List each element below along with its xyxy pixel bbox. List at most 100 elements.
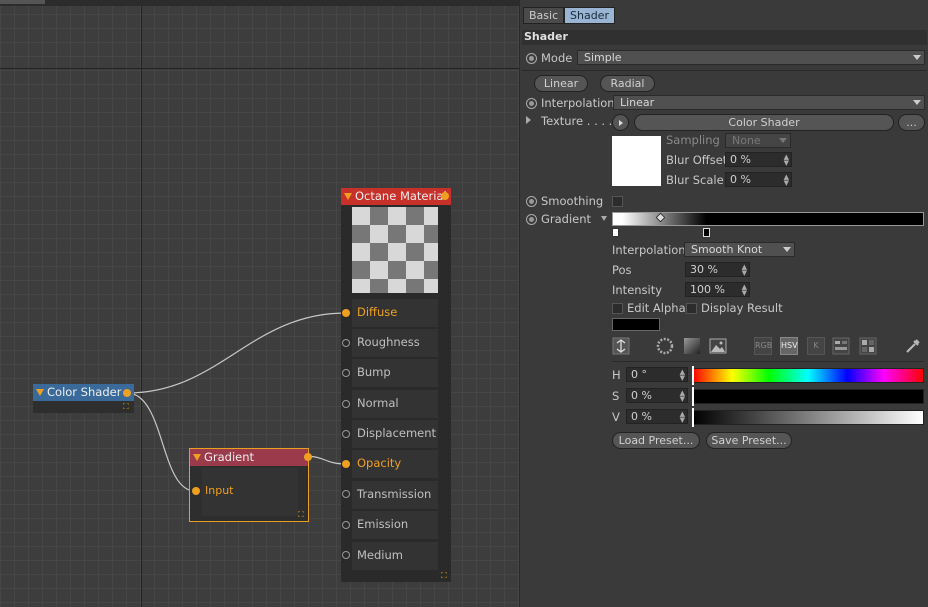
knot-color-swatch[interactable] <box>612 318 660 331</box>
slot-medium-port[interactable] <box>342 551 350 559</box>
slot-opacity-port[interactable] <box>342 460 350 468</box>
slot-emission-label: Emission <box>357 517 409 531</box>
gradient-animate-radio-icon[interactable] <box>526 214 537 225</box>
color-shader-node-title: Color Shader <box>47 385 122 399</box>
color-picker-spectrum-icon[interactable] <box>612 337 630 355</box>
slot-diffuse-port[interactable] <box>342 309 350 317</box>
save-preset-button[interactable]: Save Preset... <box>706 432 792 449</box>
intensity-field[interactable]: 100 % ▲ ▼ <box>685 282 750 297</box>
wire-color-to-diffuse <box>126 312 347 394</box>
tab-shader[interactable]: Shader <box>564 7 615 24</box>
pos-field[interactable]: 30 % ▲ ▼ <box>685 262 750 277</box>
slot-diffuse-label: Diffuse <box>357 305 398 319</box>
sampling-dropdown[interactable]: None <box>725 133 791 148</box>
gradient-node[interactable]: Gradient Input ⛶ <box>189 448 312 522</box>
edit-alpha-label: Edit Alpha <box>627 301 686 315</box>
saturation-field[interactable]: 0 % ▲ ▼ <box>626 388 688 403</box>
mode-animate-radio-icon[interactable] <box>526 53 537 64</box>
smoothing-animate-radio-icon[interactable] <box>526 196 537 207</box>
mode-label: Mode <box>541 51 573 65</box>
hue-slider[interactable] <box>692 368 924 383</box>
tab-basic[interactable]: Basic <box>523 7 565 24</box>
value-value: 0 % <box>631 410 652 423</box>
smoothing-label: Smoothing <box>541 194 604 208</box>
gradient-node-header[interactable]: Gradient <box>190 449 308 466</box>
rgb-mode-icon[interactable]: RGB <box>754 337 772 355</box>
spinner-arrows-icon[interactable]: ▲ ▼ <box>784 174 789 187</box>
chevron-down-icon <box>913 55 921 60</box>
gradient-input-port[interactable] <box>192 487 200 495</box>
slot-emission-port[interactable] <box>342 521 350 529</box>
color-square-icon[interactable] <box>683 337 701 355</box>
blur-scale-value: 0 % <box>730 173 751 186</box>
octane-node-header[interactable]: Octane Material <box>341 188 451 205</box>
slot-bump-port[interactable] <box>342 369 350 377</box>
texture-more-button[interactable]: ... <box>898 114 925 131</box>
spinner-arrows-icon[interactable]: ▲ ▼ <box>680 390 685 403</box>
section-title: Shader <box>522 30 927 45</box>
gradient-knot-black-icon[interactable] <box>703 228 710 237</box>
node-editor[interactable]: Color Shader ⛶ Gradient Input ⛶ Octane M… <box>0 0 519 607</box>
color-shader-node-header[interactable]: Color Shader <box>33 384 134 401</box>
expand-triangle-icon[interactable] <box>526 116 531 124</box>
resize-handle-icon[interactable]: ⛶ <box>123 403 131 411</box>
interpolation-dropdown[interactable]: Linear <box>613 95 925 110</box>
hsv-mode-icon[interactable]: HSV <box>780 337 798 355</box>
value-field[interactable]: 0 % ▲ ▼ <box>626 409 688 424</box>
slot-transmission-label: Transmission <box>357 487 432 501</box>
image-picker-icon[interactable] <box>709 337 727 355</box>
interpolation-animate-radio-icon[interactable] <box>526 98 537 109</box>
octane-material-node[interactable]: Octane Material Diffuse Roughness Bump N… <box>341 188 451 582</box>
linear-button[interactable]: Linear <box>534 75 588 92</box>
display-result-checkbox[interactable] <box>686 303 697 314</box>
resize-handle-icon[interactable]: ⛶ <box>441 572 449 580</box>
kelvin-mode-icon[interactable]: K <box>807 337 825 355</box>
saturation-value: 0 % <box>631 389 652 402</box>
collapse-triangle-icon[interactable] <box>344 193 352 200</box>
value-slider-handle[interactable] <box>692 408 694 427</box>
spinner-arrows-icon[interactable]: ▲ ▼ <box>742 284 747 297</box>
hue-field[interactable]: 0 ° ▲ ▼ <box>626 367 688 382</box>
eyedropper-icon[interactable] <box>904 337 922 355</box>
saturation-slider[interactable] <box>692 389 924 404</box>
spinner-arrows-icon[interactable]: ▲ ▼ <box>784 154 789 167</box>
smoothing-checkbox[interactable] <box>612 196 623 207</box>
slot-normal-port[interactable] <box>342 400 350 408</box>
pos-label: Pos <box>612 263 632 277</box>
spinner-arrows-icon[interactable]: ▲ ▼ <box>680 411 685 424</box>
mode-dropdown[interactable]: Simple <box>577 50 925 65</box>
load-preset-button[interactable]: Load Preset... <box>612 432 700 449</box>
slot-displacement-port[interactable] <box>342 430 350 438</box>
gradient-knot-white-icon[interactable] <box>612 228 619 237</box>
color-mixer-icon[interactable] <box>832 337 850 355</box>
spinner-arrows-icon[interactable]: ▲ ▼ <box>742 264 747 277</box>
color-wheel-icon[interactable] <box>656 337 674 355</box>
resize-handle-icon[interactable]: ⛶ <box>298 511 306 519</box>
blur-offset-field[interactable]: 0 % ▲ ▼ <box>725 152 792 167</box>
gradient-output-port[interactable] <box>304 453 312 461</box>
pos-value: 30 % <box>690 263 718 276</box>
texture-play-button[interactable] <box>612 114 629 131</box>
octane-output-port[interactable] <box>441 192 449 200</box>
hue-label: H <box>612 368 621 382</box>
saturation-slider-handle[interactable] <box>692 387 694 406</box>
slot-transmission-port[interactable] <box>342 490 350 498</box>
radial-button[interactable]: Radial <box>600 75 655 92</box>
swatches-icon[interactable] <box>859 337 877 355</box>
slot-roughness-port[interactable] <box>342 339 350 347</box>
blur-scale-field[interactable]: 0 % ▲ ▼ <box>725 172 792 187</box>
knot-interpolation-dropdown[interactable]: Smooth Knot <box>684 242 795 257</box>
interpolation-label: Interpolation <box>541 96 615 110</box>
texture-shader-button[interactable]: Color Shader <box>634 114 894 131</box>
edit-alpha-checkbox[interactable] <box>612 303 623 314</box>
color-shader-output-port[interactable] <box>123 389 131 397</box>
gradient-menu-chevron-icon[interactable] <box>601 216 607 221</box>
value-slider[interactable] <box>692 410 924 425</box>
collapse-triangle-icon[interactable] <box>193 454 201 461</box>
hue-slider-handle[interactable] <box>692 366 694 385</box>
color-shader-node[interactable]: Color Shader ⛶ <box>33 384 134 413</box>
collapse-triangle-icon[interactable] <box>36 389 44 396</box>
interpolation-value: Linear <box>620 96 655 109</box>
blur-scale-label: Blur Scale <box>666 173 724 187</box>
spinner-arrows-icon[interactable]: ▲ ▼ <box>680 369 685 382</box>
